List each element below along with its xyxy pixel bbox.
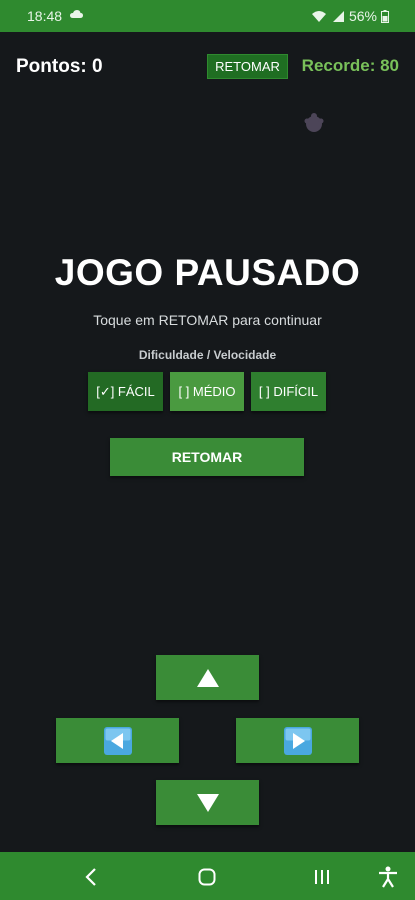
nav-accessibility-button[interactable] bbox=[375, 864, 401, 890]
battery-icon bbox=[381, 9, 389, 23]
game-header: Pontos: 0 RETOMAR Recorde: 80 bbox=[0, 32, 415, 102]
right-arrow-icon bbox=[283, 726, 312, 755]
signal-icon bbox=[332, 10, 344, 22]
status-bar: 18:48 56% bbox=[0, 0, 415, 32]
left-arrow-icon bbox=[103, 726, 132, 755]
system-nav-bar bbox=[0, 852, 415, 900]
difficulty-easy-button[interactable]: [✓] FÁCIL bbox=[88, 372, 163, 411]
down-arrow-icon bbox=[196, 793, 219, 812]
home-icon bbox=[198, 868, 216, 886]
difficulty-hard-button[interactable]: [ ] DIFÍCIL bbox=[251, 372, 326, 411]
pause-subtitle: Toque em RETOMAR para continuar bbox=[93, 312, 322, 328]
cloud-icon bbox=[70, 10, 83, 18]
accessibility-icon bbox=[379, 866, 397, 888]
dpad-right-button[interactable] bbox=[236, 718, 359, 763]
pause-title: JOGO PAUSADO bbox=[54, 252, 361, 293]
difficulty-label: Dificuldade / Velocidade bbox=[138, 348, 277, 362]
status-time: 18:48 bbox=[27, 8, 63, 24]
battery-percent: 56% bbox=[348, 8, 377, 24]
nav-home-button[interactable] bbox=[194, 864, 220, 890]
dpad-up-button[interactable] bbox=[156, 655, 259, 700]
resume-small-button[interactable]: RETOMAR bbox=[207, 54, 288, 79]
dpad-left-button[interactable] bbox=[56, 718, 179, 763]
score-display: Pontos: 0 bbox=[16, 56, 103, 77]
wifi-icon bbox=[311, 10, 326, 22]
resume-button[interactable]: RETOMAR bbox=[110, 438, 304, 476]
dpad-down-button[interactable] bbox=[156, 780, 259, 825]
difficulty-medium-button[interactable]: [ ] MÉDIO bbox=[170, 372, 244, 411]
record-display: Recorde: 80 bbox=[301, 56, 399, 75]
up-arrow-icon bbox=[196, 668, 219, 687]
snake-food-icon bbox=[304, 113, 324, 132]
nav-recents-button[interactable] bbox=[309, 864, 335, 890]
recents-icon bbox=[315, 870, 329, 884]
status-indicators: 56% bbox=[311, 8, 389, 24]
nav-back-button[interactable] bbox=[78, 864, 104, 890]
back-chevron-icon bbox=[85, 868, 96, 886]
